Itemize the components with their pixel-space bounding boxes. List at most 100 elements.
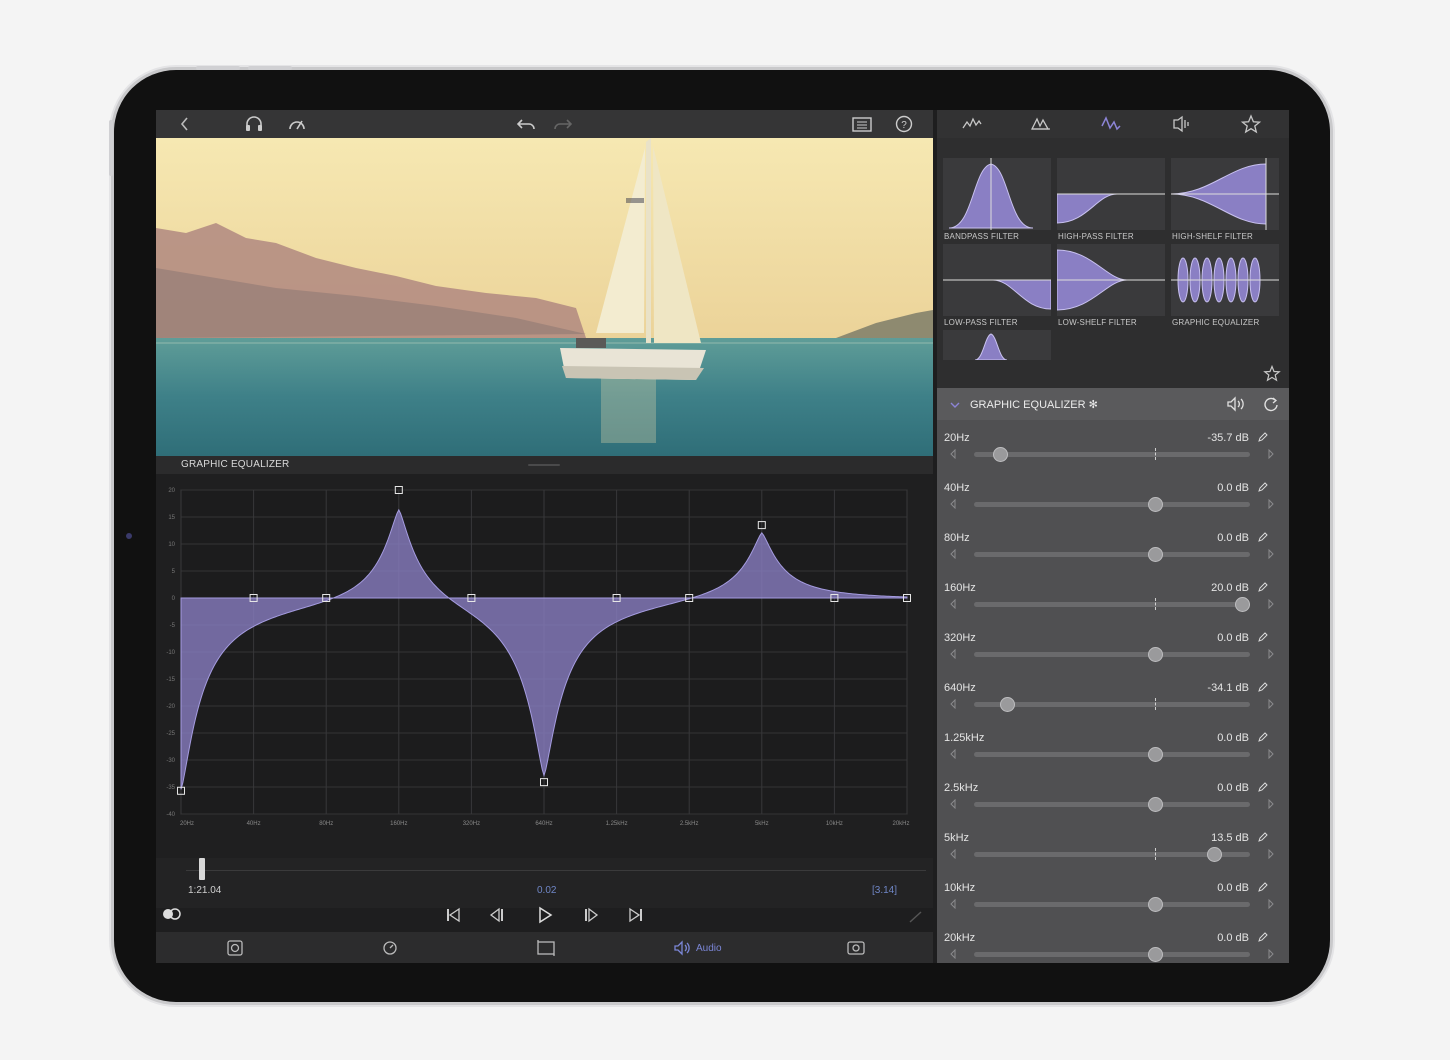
increment-arrow-icon[interactable] bbox=[1267, 799, 1275, 809]
eq-effect-header[interactable]: GRAPHIC EQUALIZER ✻ bbox=[937, 388, 1289, 420]
increment-arrow-icon[interactable] bbox=[1267, 499, 1275, 509]
loop-toggle-icon[interactable] bbox=[162, 907, 182, 921]
edit-pencil-icon[interactable] bbox=[1257, 631, 1269, 643]
x-tick-label: 10kHz bbox=[826, 821, 843, 827]
help-icon[interactable]: ? bbox=[893, 114, 915, 134]
decrement-arrow-icon[interactable] bbox=[949, 799, 957, 809]
edit-pencil-icon[interactable] bbox=[1257, 881, 1269, 893]
eq-curve-chart[interactable]: 20 15 10 5 0 -5 -10 -15 -20 -25 -30 -35 -40 20Hz 40Hz 8… bbox=[156, 474, 933, 858]
video-preview[interactable] bbox=[156, 138, 933, 456]
edit-pencil-icon[interactable] bbox=[1257, 581, 1269, 593]
increment-arrow-icon[interactable] bbox=[1267, 949, 1275, 959]
edit-pencil-icon[interactable] bbox=[1257, 481, 1269, 493]
speed-gauge-icon[interactable] bbox=[286, 114, 308, 134]
output-icon[interactable] bbox=[845, 938, 867, 958]
gain-slider-track[interactable] bbox=[974, 802, 1250, 807]
decrement-arrow-icon[interactable] bbox=[949, 949, 957, 959]
collapse-chevron-icon[interactable] bbox=[949, 400, 961, 410]
audio-unit-icon[interactable] bbox=[1170, 114, 1192, 134]
preset-lowshelf[interactable]: LOW-SHELF FILTER bbox=[1057, 244, 1165, 327]
preset-highshelf[interactable]: HIGH-SHELF FILTER bbox=[1171, 158, 1279, 241]
gain-slider-track[interactable] bbox=[974, 552, 1250, 557]
decrement-arrow-icon[interactable] bbox=[949, 699, 957, 709]
gain-slider-knob[interactable] bbox=[1235, 597, 1250, 612]
increment-arrow-icon[interactable] bbox=[1267, 649, 1275, 659]
preset-more[interactable] bbox=[943, 330, 1051, 360]
preset-lowpass[interactable]: LOW-PASS FILTER bbox=[943, 244, 1051, 327]
skip-to-start-icon[interactable] bbox=[445, 907, 461, 923]
redo-icon[interactable] bbox=[552, 114, 574, 134]
play-icon[interactable] bbox=[537, 906, 553, 924]
add-favorite-star-icon[interactable] bbox=[1263, 365, 1281, 383]
edit-pencil-icon[interactable] bbox=[1257, 681, 1269, 693]
peaks-icon[interactable] bbox=[1030, 114, 1052, 134]
edit-pencil-icon[interactable] bbox=[1257, 731, 1269, 743]
preset-graphic[interactable]: GRAPHIC EQUALIZER bbox=[1171, 244, 1279, 327]
increment-arrow-icon[interactable] bbox=[1267, 549, 1275, 559]
fx-icon[interactable] bbox=[225, 938, 245, 958]
paint-brush-icon[interactable] bbox=[908, 910, 924, 924]
increment-arrow-icon[interactable] bbox=[1267, 749, 1275, 759]
gain-slider-track[interactable] bbox=[974, 452, 1250, 457]
edit-pencil-icon[interactable] bbox=[1257, 781, 1269, 793]
edit-pencil-icon[interactable] bbox=[1257, 531, 1269, 543]
preset-bandpass[interactable]: BANDPASS FILTER bbox=[943, 158, 1051, 241]
decrement-arrow-icon[interactable] bbox=[949, 499, 957, 509]
favorites-star-icon[interactable] bbox=[1240, 114, 1262, 134]
increment-arrow-icon[interactable] bbox=[1267, 699, 1275, 709]
gain-slider-knob[interactable] bbox=[992, 447, 1008, 462]
crop-icon[interactable] bbox=[535, 938, 557, 958]
gain-slider-track[interactable] bbox=[974, 502, 1250, 507]
gain-slider-knob[interactable] bbox=[1148, 497, 1163, 512]
gain-slider-knob[interactable] bbox=[1148, 897, 1163, 912]
gain-slider-track[interactable] bbox=[974, 702, 1250, 707]
clipboard-icon[interactable] bbox=[851, 114, 873, 134]
increment-arrow-icon[interactable] bbox=[1267, 849, 1275, 859]
decrement-arrow-icon[interactable] bbox=[949, 599, 957, 609]
preset-highpass[interactable]: HIGH-PASS FILTER bbox=[1057, 158, 1165, 241]
eq-graph[interactable]: 20 15 10 5 0 -5 -10 -15 -20 -25 -30 -35 -40 20Hz 40Hz 8… bbox=[156, 474, 933, 858]
waveform-icon[interactable] bbox=[961, 114, 983, 134]
gain-slider-track[interactable] bbox=[974, 952, 1250, 957]
decrement-arrow-icon[interactable] bbox=[949, 899, 957, 909]
playhead[interactable] bbox=[199, 858, 205, 880]
step-forward-icon[interactable] bbox=[583, 907, 599, 923]
gain-slider-knob[interactable] bbox=[1148, 797, 1163, 812]
preset-thumbnail bbox=[1171, 158, 1279, 230]
increment-arrow-icon[interactable] bbox=[1267, 899, 1275, 909]
gain-slider-knob[interactable] bbox=[1148, 747, 1163, 762]
eq-curve-icon[interactable] bbox=[1100, 114, 1122, 134]
gain-slider-knob[interactable] bbox=[999, 697, 1015, 712]
back-chevron-icon[interactable] bbox=[174, 114, 196, 134]
edit-pencil-icon[interactable] bbox=[1257, 831, 1269, 843]
step-back-icon[interactable] bbox=[489, 907, 505, 923]
edit-pencil-icon[interactable] bbox=[1257, 431, 1269, 443]
skip-to-end-icon[interactable] bbox=[628, 907, 644, 923]
decrement-arrow-icon[interactable] bbox=[949, 549, 957, 559]
decrement-arrow-icon[interactable] bbox=[949, 849, 957, 859]
undo-icon[interactable] bbox=[515, 114, 537, 134]
resize-grip[interactable] bbox=[528, 464, 560, 466]
gain-slider-track[interactable] bbox=[974, 902, 1250, 907]
increment-arrow-icon[interactable] bbox=[1267, 599, 1275, 609]
reset-icon[interactable] bbox=[1263, 396, 1279, 412]
headphones-icon[interactable] bbox=[243, 114, 265, 134]
gain-slider-knob[interactable] bbox=[1148, 647, 1163, 662]
band-frequency: 10kHz bbox=[944, 882, 976, 894]
audio-tab[interactable]: Audio bbox=[672, 938, 722, 958]
speed-icon[interactable] bbox=[380, 938, 400, 958]
gain-slider-track[interactable] bbox=[974, 652, 1250, 657]
gain-slider-track[interactable] bbox=[974, 752, 1250, 757]
gain-slider-knob[interactable] bbox=[1148, 947, 1163, 962]
decrement-arrow-icon[interactable] bbox=[949, 449, 957, 459]
gain-slider-knob[interactable] bbox=[1206, 847, 1222, 862]
preset-label: BANDPASS FILTER bbox=[944, 232, 1020, 241]
decrement-arrow-icon[interactable] bbox=[949, 649, 957, 659]
band-gain-value: 0.0 dB bbox=[1217, 732, 1249, 744]
edit-pencil-icon[interactable] bbox=[1257, 931, 1269, 943]
increment-arrow-icon[interactable] bbox=[1267, 449, 1275, 459]
gain-slider-track[interactable] bbox=[974, 602, 1250, 607]
decrement-arrow-icon[interactable] bbox=[949, 749, 957, 759]
gain-slider-knob[interactable] bbox=[1148, 547, 1163, 562]
effect-bypass-speaker-icon[interactable] bbox=[1225, 395, 1247, 413]
